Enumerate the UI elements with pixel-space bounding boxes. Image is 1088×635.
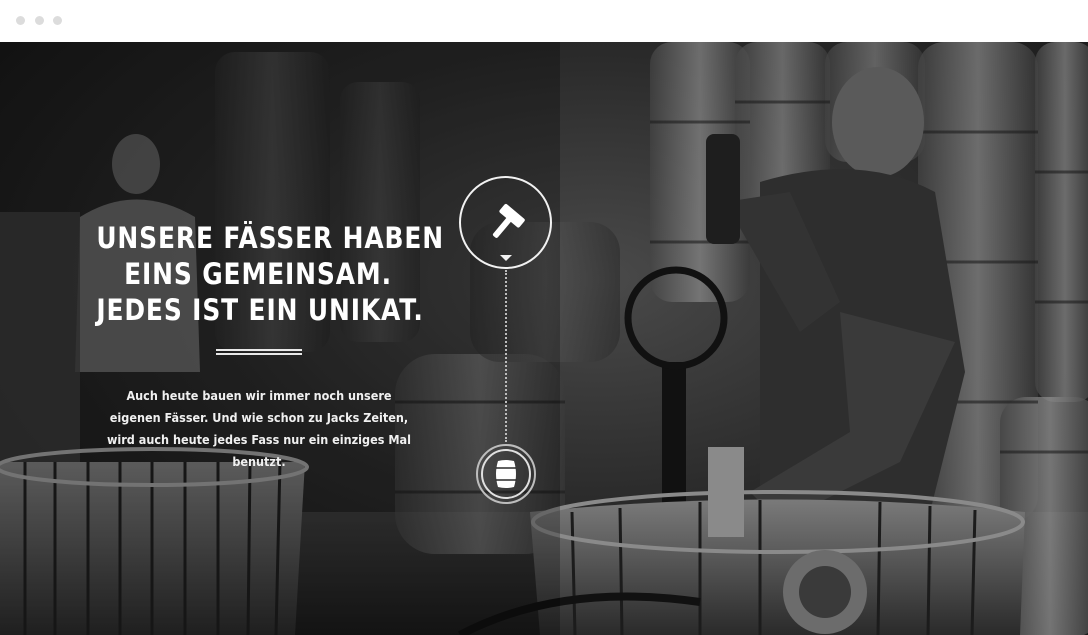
hero-body-text: Auch heute bauen wir immer noch unsere e… <box>106 388 411 469</box>
timeline-connector <box>505 270 507 442</box>
barrel-step-button[interactable] <box>476 444 536 504</box>
barrel-icon <box>495 460 517 488</box>
hammer-icon <box>492 203 525 238</box>
hero-section: UNSERE FÄSSER HABEN EINS GEMEINSAM. JEDE… <box>0 42 1088 635</box>
hero-headline: UNSERE FÄSSER HABEN EINS GEMEINSAM. JEDE… <box>96 220 445 328</box>
headline-divider <box>216 349 302 355</box>
window-close-dot[interactable] <box>16 16 25 25</box>
window-maximize-dot[interactable] <box>53 16 62 25</box>
headline-line-1: UNSERE FÄSSER HABEN <box>96 221 445 255</box>
headline-line-2: EINS GEMEINSAM. <box>124 257 392 291</box>
window-minimize-dot[interactable] <box>35 16 44 25</box>
chevron-down-icon <box>500 255 512 261</box>
barrel-icon-ring <box>481 449 531 499</box>
headline-line-3: JEDES IST EIN UNIKAT. <box>96 293 424 327</box>
browser-chrome <box>0 0 1088 42</box>
cooperage-background-photo <box>0 42 1088 635</box>
